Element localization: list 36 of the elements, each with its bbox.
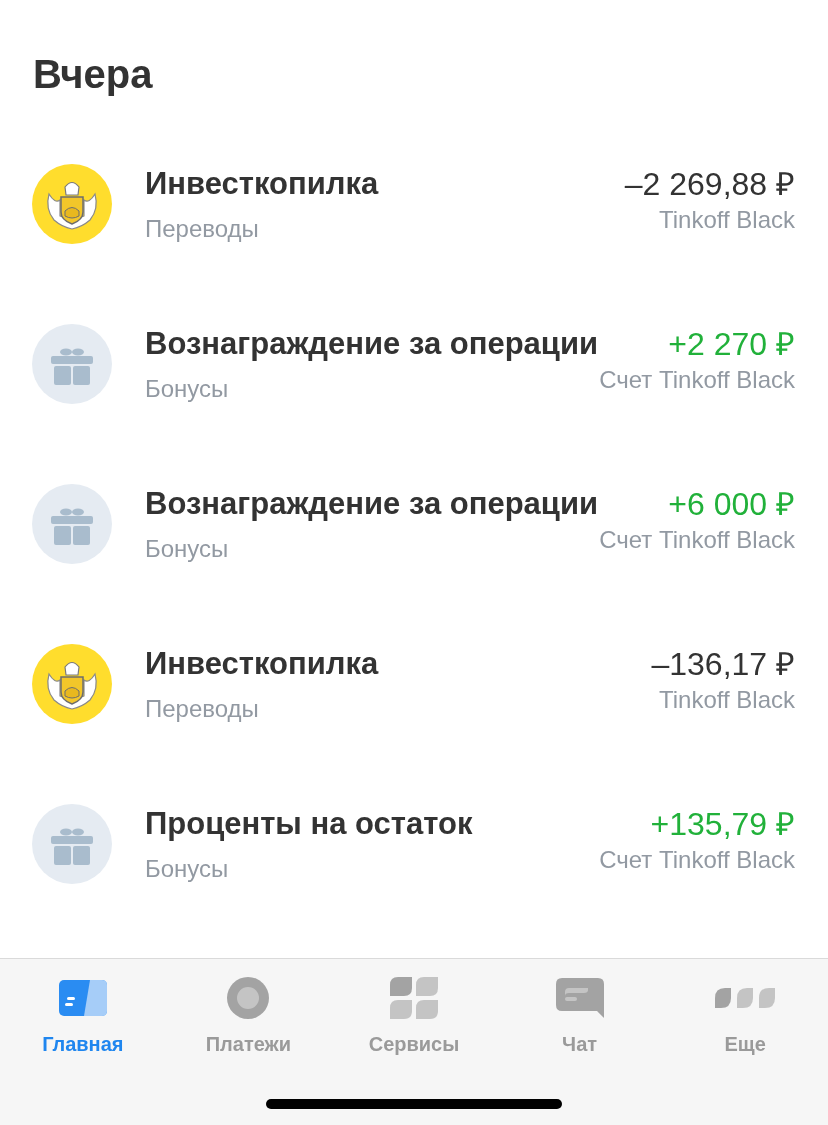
operation-category: Переводы <box>145 693 259 724</box>
nav-tab[interactable]: Чат <box>496 973 663 1056</box>
chat-icon <box>555 978 604 1018</box>
operation-amount: +6 000 ₽ <box>668 484 795 524</box>
account-name: Счет Tinkoff Black <box>599 524 795 555</box>
operation-title: Вознаграждение за операции <box>145 324 598 363</box>
nav-tab[interactable]: Сервисы <box>331 973 497 1056</box>
operation-amount: –2 269,88 ₽ <box>624 164 795 204</box>
shield-emblem-icon <box>32 164 112 244</box>
operation-amount: –136,17 ₽ <box>651 644 795 684</box>
gift-icon <box>32 804 112 884</box>
operation-title: Вознаграждение за операции <box>145 484 598 523</box>
nav-tab[interactable]: Главная <box>0 973 166 1056</box>
account-name: Tinkoff Black <box>658 684 795 715</box>
shield-emblem-icon <box>32 644 112 724</box>
card-icon <box>58 980 107 1016</box>
account-name: Счет Tinkoff Black <box>599 844 795 875</box>
account-name: Tinkoff Black <box>658 204 795 235</box>
account-name: Счет Tinkoff Black <box>599 364 795 395</box>
operation-title: Инвесткопилка <box>145 644 379 683</box>
operation-category: Переводы <box>145 213 259 244</box>
operation-amount: +2 270 ₽ <box>668 324 795 364</box>
ring-icon <box>227 977 270 1019</box>
operation-category: Бонусы <box>145 533 229 564</box>
operation-category: Бонусы <box>145 853 229 884</box>
operation-title: Инвесткопилка <box>145 164 379 203</box>
more-icon <box>715 988 776 1008</box>
nav-tab[interactable]: Еще <box>662 973 828 1056</box>
operation-amount: +135,79 ₽ <box>650 804 795 844</box>
operation-category: Бонусы <box>145 373 229 404</box>
operation-title: Проценты на остаток <box>145 804 473 843</box>
gift-icon <box>32 324 112 404</box>
grid-icon <box>390 977 438 1019</box>
section-title: Вчера <box>33 51 153 98</box>
gift-icon <box>32 484 112 564</box>
nav-tab[interactable]: Платежи <box>165 973 332 1056</box>
